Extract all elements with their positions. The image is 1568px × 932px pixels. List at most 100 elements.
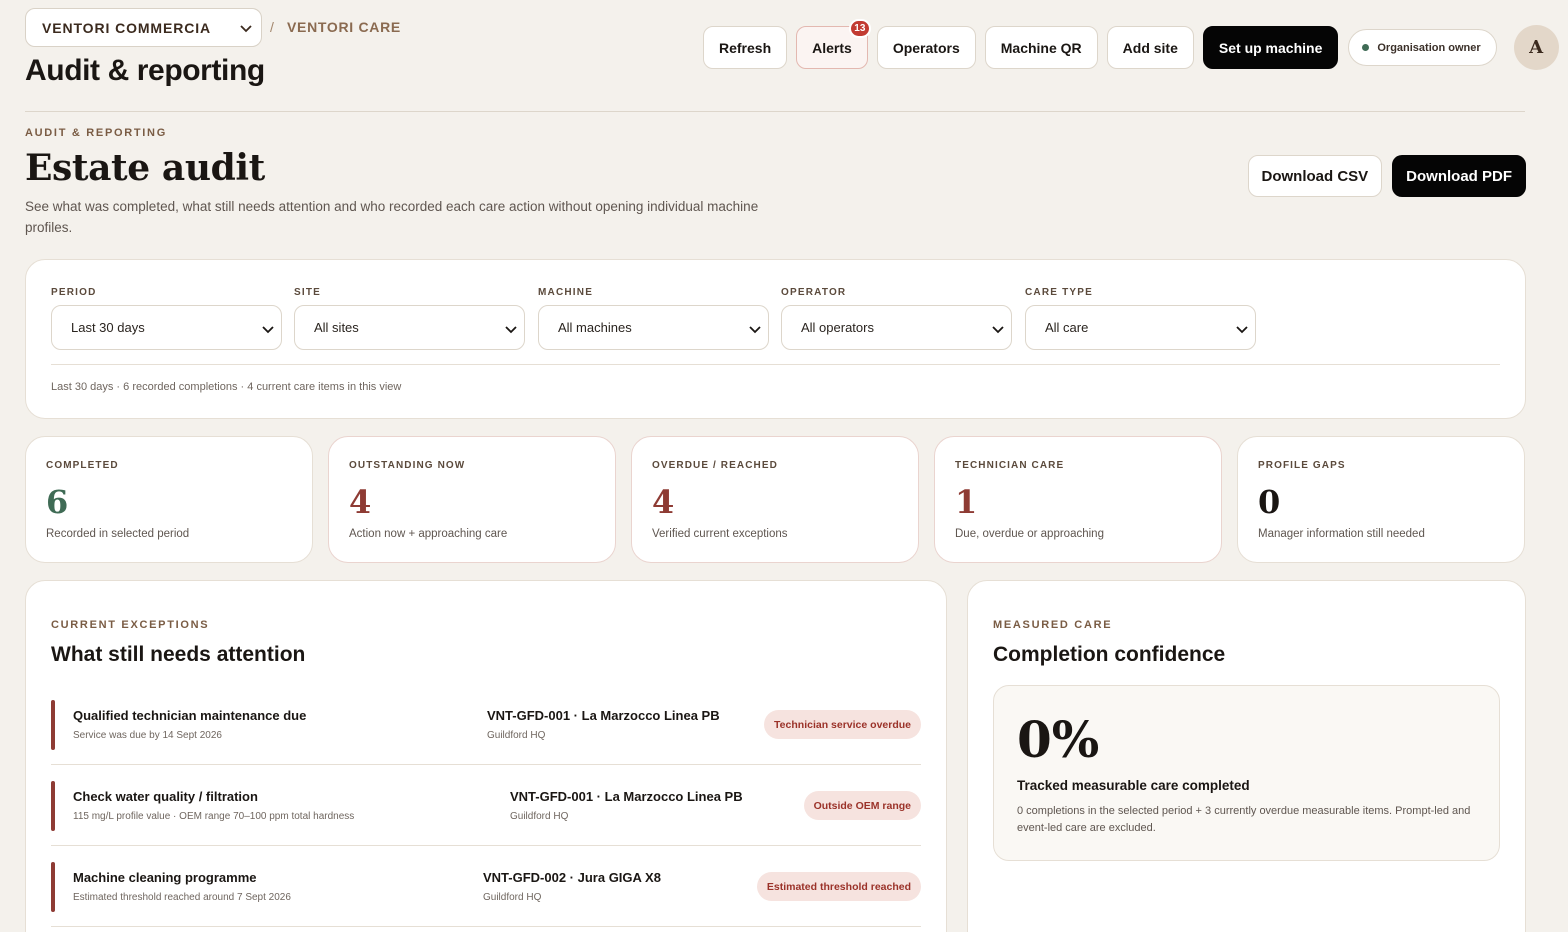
add-site-button[interactable]: Add site: [1106, 26, 1194, 69]
confidence-description: 0 completions in the selected period + 3…: [1017, 805, 1471, 834]
stat-label: OUTSTANDING NOW: [349, 460, 466, 471]
chevron-down-icon: [240, 25, 252, 33]
breadcrumb-current[interactable]: VENTORI CARE: [287, 19, 401, 35]
breadcrumb-separator: /: [270, 19, 274, 35]
stat-description: Recorded in selected period: [46, 528, 190, 540]
filter-label: OPERATOR: [781, 287, 847, 298]
stat-label: TECHNICIAN CARE: [955, 460, 1065, 471]
select-value: All sites: [314, 320, 359, 335]
stat-description: Action now + approaching care: [349, 528, 508, 540]
list-item[interactable]: Check water quality / filtration 115 mg/…: [51, 765, 921, 846]
exception-site: Guildford HQ: [510, 811, 569, 822]
confidence-value: 0%: [1017, 710, 1100, 769]
stat-value: 4: [349, 483, 372, 521]
stat-card-completed: COMPLETED 6 Recorded in selected period: [25, 436, 313, 563]
filters-card: PERIOD Last 30 days SITE All sites MACHI…: [25, 259, 1526, 419]
operator-select[interactable]: All operators: [781, 305, 1012, 350]
stat-label: COMPLETED: [46, 460, 119, 471]
page-title: Estate audit: [25, 147, 265, 189]
alerts-button[interactable]: Alerts 13: [796, 19, 871, 69]
role-badge: Organisation owner: [1348, 29, 1497, 66]
severity-bar: [51, 862, 55, 912]
exception-site: Guildford HQ: [483, 892, 542, 903]
list-item[interactable]: Machine cleaning programme Estimated thr…: [51, 846, 921, 927]
alerts-count-badge: 13: [848, 19, 871, 38]
page-description: See what was completed, what still needs…: [25, 199, 759, 235]
stat-description: Verified current exceptions: [652, 528, 788, 540]
filter-care-type: CARE TYPE All care: [1025, 287, 1256, 350]
header-actions: Refresh Alerts 13 Operators Machine QR A…: [703, 19, 1559, 70]
select-value: All operators: [801, 320, 874, 335]
filter-label: CARE TYPE: [1025, 287, 1094, 298]
confidence-card: MEASURED CARE Completion confidence 0% T…: [967, 580, 1526, 932]
exception-detail: 115 mg/L profile value · OEM range 70–10…: [73, 811, 355, 822]
avatar-initial: A: [1529, 37, 1544, 58]
confidence-panel: 0% Tracked measurable care completed 0 c…: [993, 685, 1500, 861]
exceptions-list: Qualified technician maintenance due Ser…: [51, 684, 921, 927]
stat-card-technician: TECHNICIAN CARE 1 Due, overdue or approa…: [934, 436, 1222, 563]
stat-card-outstanding: OUTSTANDING NOW 4 Action now + approachi…: [328, 436, 616, 563]
site-select[interactable]: All sites: [294, 305, 525, 350]
stat-value: 1: [955, 483, 978, 521]
status-badge: Outside OEM range: [803, 791, 921, 820]
filter-divider: [51, 364, 1500, 365]
confidence-title: Completion confidence: [993, 643, 1226, 666]
stat-card-profile-gaps: PROFILE GAPS 0 Manager information still…: [1237, 436, 1525, 563]
avatar[interactable]: A: [1513, 25, 1559, 70]
confidence-eyebrow: MEASURED CARE: [993, 619, 1113, 631]
download-pdf-button[interactable]: Download PDF: [1392, 155, 1526, 197]
exception-detail: Estimated threshold reached around 7 Sep…: [73, 892, 291, 903]
organisation-select-value: VENTORI COMMERCIA: [42, 19, 212, 36]
operators-button[interactable]: Operators: [876, 26, 976, 69]
exception-site: Guildford HQ: [487, 730, 546, 741]
filter-label: MACHINE: [538, 287, 594, 298]
stat-description: Manager information still needed: [1258, 528, 1425, 540]
list-item[interactable]: Qualified technician maintenance due Ser…: [51, 684, 921, 765]
exception-machine[interactable]: VNT-GFD-001 · La Marzocco Linea PB: [487, 708, 720, 723]
care-type-select[interactable]: All care: [1025, 305, 1256, 350]
stat-value: 0: [1258, 483, 1281, 521]
organisation-select[interactable]: VENTORI COMMERCIA: [25, 8, 262, 47]
exception-machine[interactable]: VNT-GFD-001 · La Marzocco Linea PB: [510, 789, 743, 804]
download-csv-button[interactable]: Download CSV: [1247, 155, 1383, 197]
period-select[interactable]: Last 30 days: [51, 305, 282, 350]
exception-title: Machine cleaning programme: [73, 870, 257, 885]
exceptions-eyebrow: CURRENT EXCEPTIONS: [51, 619, 210, 631]
chevron-down-icon: [992, 326, 1004, 334]
chevron-down-icon: [505, 326, 517, 334]
header-divider: [25, 111, 1525, 112]
stat-description: Due, overdue or approaching: [955, 528, 1104, 540]
exception-detail: Service was due by 14 Sept 2026: [73, 730, 222, 741]
filter-summary: Last 30 days · 6 recorded completions · …: [51, 381, 402, 393]
severity-bar: [51, 781, 55, 831]
filter-operator: OPERATOR All operators: [781, 287, 1012, 350]
stat-label: PROFILE GAPS: [1258, 460, 1346, 471]
machine-select[interactable]: All machines: [538, 305, 769, 350]
select-value: All machines: [558, 320, 632, 335]
select-value: All care: [1045, 320, 1089, 335]
stat-value: 6: [46, 483, 69, 521]
select-value: Last 30 days: [71, 320, 145, 335]
chevron-down-icon: [749, 326, 761, 334]
download-actions: Download CSV Download PDF: [1247, 155, 1526, 197]
filter-label: PERIOD: [51, 287, 97, 298]
machine-qr-button[interactable]: Machine QR: [984, 26, 1098, 69]
status-badge: Estimated threshold reached: [756, 872, 921, 901]
severity-bar: [51, 700, 55, 750]
stat-card-overdue: OVERDUE / REACHED 4 Verified current exc…: [631, 436, 919, 563]
filter-site: SITE All sites: [294, 287, 525, 350]
exception-machine[interactable]: VNT-GFD-002 · Jura GIGA X8: [483, 870, 661, 885]
exception-title: Qualified technician maintenance due: [73, 708, 307, 723]
role-label: Organisation owner: [1377, 41, 1481, 54]
filter-machine: MACHINE All machines: [538, 287, 769, 350]
confidence-label: Tracked measurable care completed: [1017, 778, 1250, 793]
status-dot-icon: [1362, 44, 1370, 51]
filter-period: PERIOD Last 30 days: [51, 287, 282, 350]
status-badge: Technician service overdue: [764, 710, 921, 739]
filter-label: SITE: [294, 287, 322, 298]
exceptions-title: What still needs attention: [51, 643, 306, 666]
refresh-button[interactable]: Refresh: [703, 26, 788, 69]
set-up-machine-button[interactable]: Set up machine: [1202, 26, 1339, 69]
chevron-down-icon: [262, 326, 274, 334]
exception-title: Check water quality / filtration: [73, 789, 258, 804]
